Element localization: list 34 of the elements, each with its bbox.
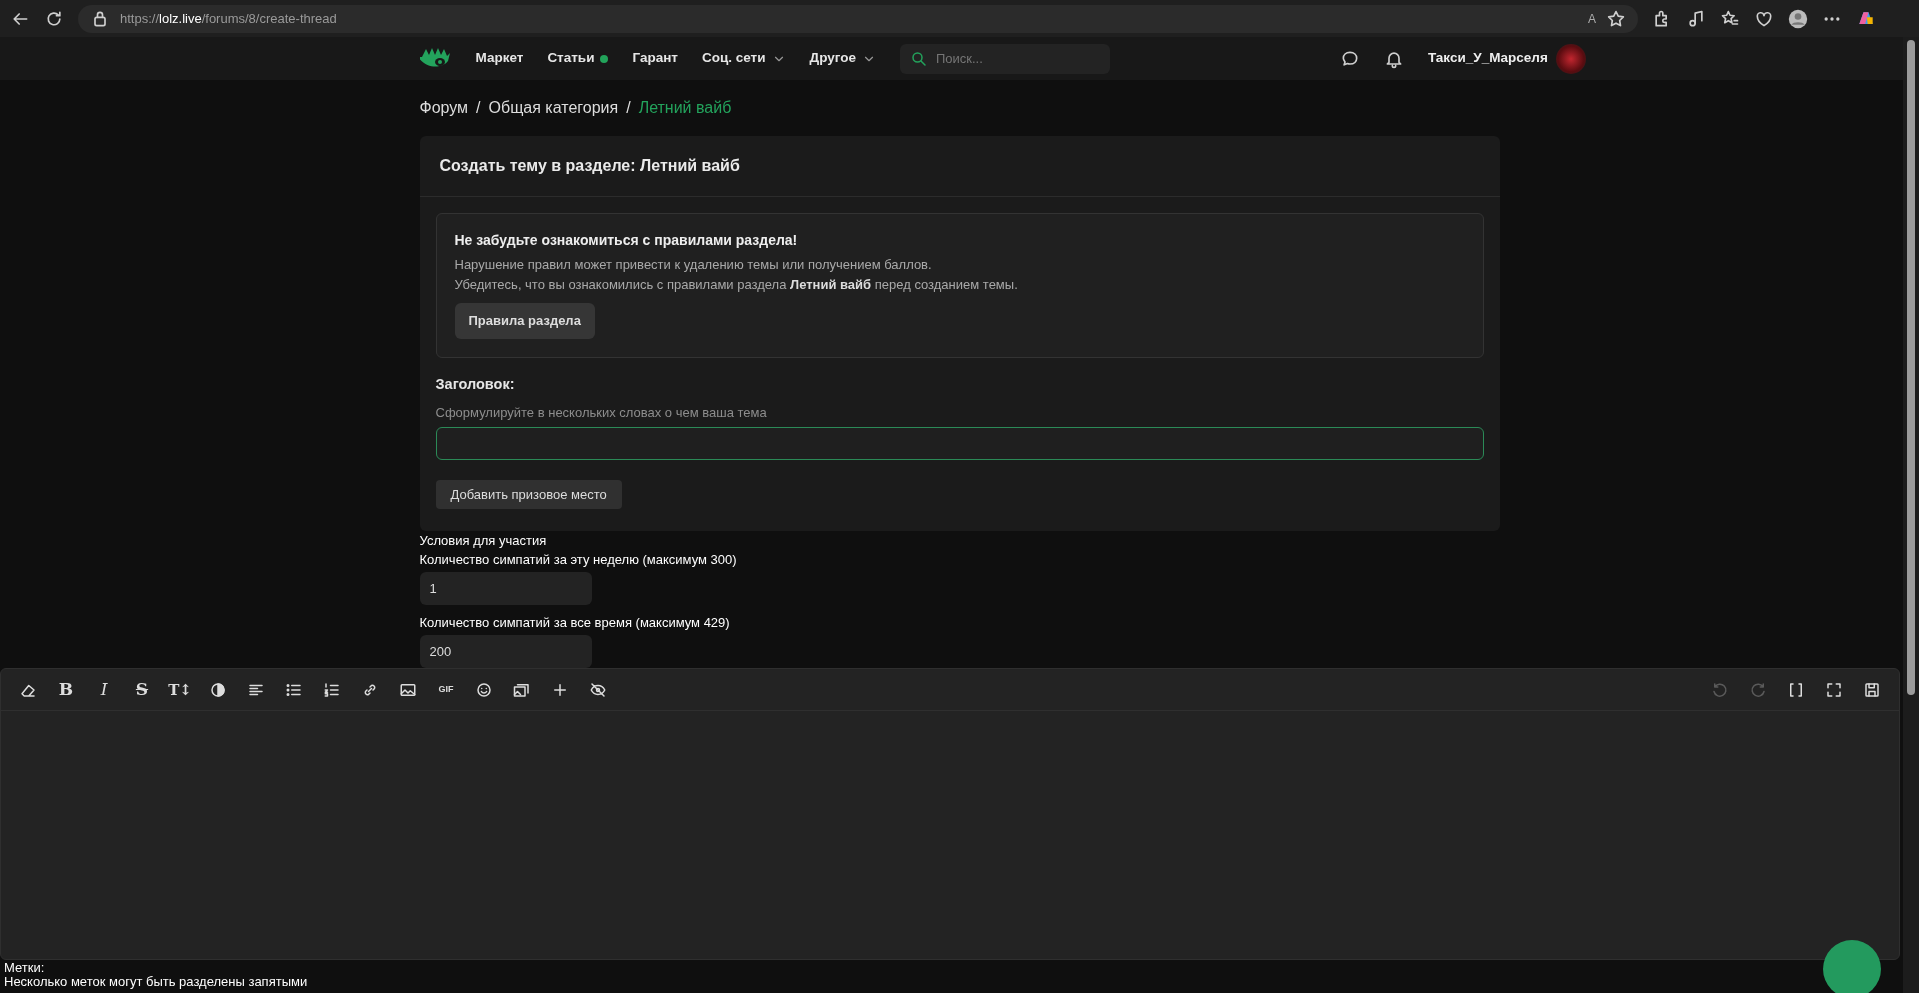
breadcrumb-separator: / [626,98,631,118]
breadcrumb-link[interactable]: Летний вайб [638,96,732,120]
conditions-heading: Условия для участия [419,533,547,549]
field-label: Количество симпатий за все время (максимум 429) [419,615,730,631]
card-title: Создать тему в разделе: Летний вайб [419,136,1500,197]
notice-text: Нарушение правил может привести к удалению темы или получением баллов. [454,257,932,272]
gif-button[interactable]: GIF [427,674,465,705]
nav-link[interactable]: Статьи [547,48,609,69]
text-size-button[interactable]: T↕ [161,674,199,705]
field-hint: Сформулируйте в нескольких словах о чем ваша тема [435,405,767,421]
nav-link[interactable]: Маркет [475,48,524,69]
field-label: Количество симпатий за эту неделю (максимум 300) [419,552,737,568]
breadcrumb-link[interactable]: Общая категория [488,96,619,120]
search-field[interactable]: Поиск... [899,43,1110,74]
add-prize-button[interactable]: Добавить призовое место [435,479,622,510]
address-bar[interactable]: https://lolz.live/forums/8/create-thread A [78,4,1638,33]
notice-heading: Не забудьте ознакомиться с правилами раздела! [454,232,798,248]
number-input[interactable]: 200 [419,635,592,669]
notice-text: Убедитесь, что вы ознакомились с правилами раздела Летний вайб перед созданием темы. [454,277,1018,292]
bold-button[interactable]: B [47,674,85,705]
tags-label: Метки: [4,960,45,976]
rules-button[interactable]: Правила раздела [454,303,595,339]
breadcrumb-separator: / [476,98,481,118]
breadcrumb-link[interactable]: Форум [419,96,469,120]
nav-link[interactable]: Другое [809,48,876,69]
tags-hint: Несколько меток могут быть разделены запятыми [4,974,308,990]
strikethrough-button[interactable]: S [123,674,161,705]
nav-link[interactable]: Соц. сети [702,48,786,69]
italic-button[interactable]: I [85,674,123,705]
number-input[interactable]: 1 [419,572,592,606]
field-label: Заголовок: [435,375,515,392]
nav-link[interactable]: Гарант [632,48,678,69]
read-aloud-button[interactable]: A [1588,9,1596,28]
username[interactable]: Такси_У_Марселя [1427,48,1548,69]
